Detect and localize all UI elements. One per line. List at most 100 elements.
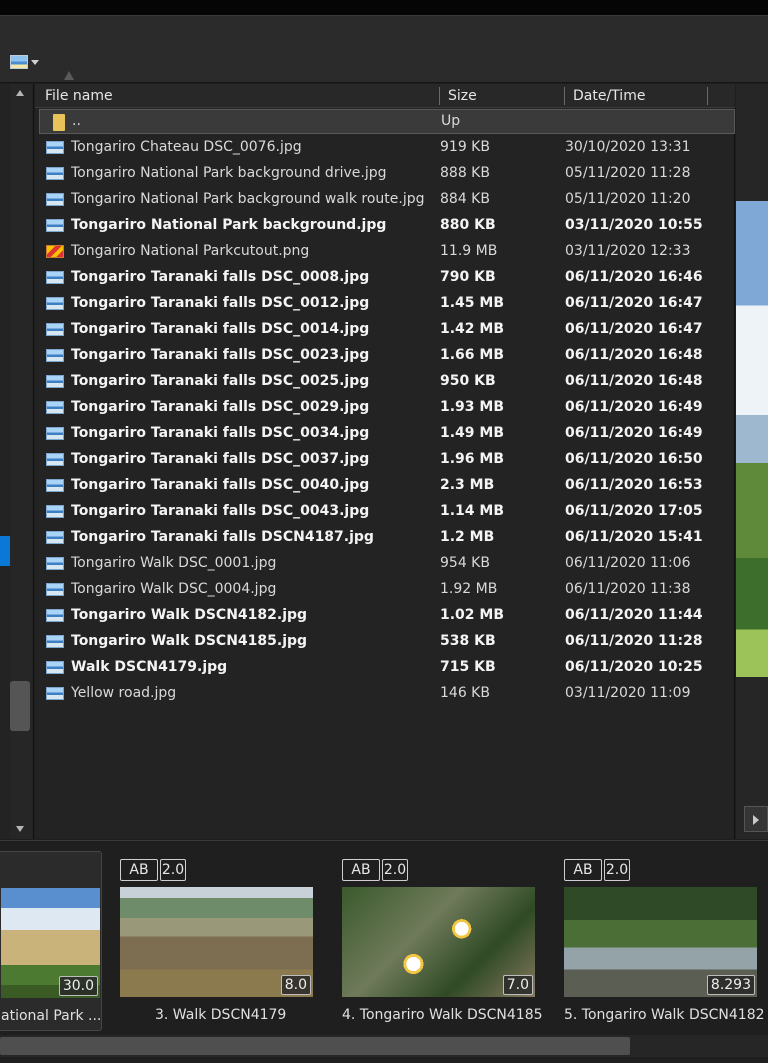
file-row[interactable]: Tongariro National Park background.jpg 88… — [35, 213, 735, 239]
column-header-name[interactable]: File name — [45, 88, 113, 104]
file-date: 06/11/2020 16:46 — [565, 269, 703, 285]
thumbnail-image[interactable]: 8.0 — [120, 887, 313, 997]
column-header-date[interactable]: Date/Time — [573, 88, 645, 104]
scroll-down-icon[interactable] — [16, 826, 24, 832]
parent-folder-row[interactable]: .. Up — [39, 109, 735, 134]
image-file-icon — [46, 401, 64, 414]
file-date: 06/11/2020 16:47 — [565, 295, 703, 311]
ab-badge: AB — [564, 859, 602, 881]
scroll-up-icon[interactable] — [16, 90, 24, 96]
scrollbar-thumb[interactable] — [0, 1037, 630, 1055]
file-name: Tongariro National Park background drive… — [71, 165, 387, 181]
thumbnail-caption: 5. Tongariro Walk DSCN4182 — [564, 1007, 765, 1023]
file-row[interactable]: Tongariro Taranaki falls DSC_0025.jpg 950… — [35, 369, 735, 395]
file-row[interactable]: Tongariro Walk DSCN4182.jpg 1.02 MB 06/11/… — [35, 603, 735, 629]
file-row[interactable]: Tongariro National Park background drive… — [35, 161, 735, 187]
file-size: Up — [441, 113, 461, 129]
file-name: Tongariro Taranaki falls DSC_0014.jpg — [71, 321, 370, 337]
file-date: 06/11/2020 16:49 — [565, 399, 703, 415]
score-badge: 8.293 — [706, 975, 755, 995]
file-row[interactable]: Tongariro Walk DSCN4185.jpg 538 KB 06/11/2… — [35, 629, 735, 655]
image-file-icon — [46, 453, 64, 466]
file-row[interactable]: Tongariro Taranaki falls DSC_0023.jpg 1.6… — [35, 343, 735, 369]
next-button[interactable] — [744, 806, 768, 832]
image-file-icon — [46, 531, 64, 544]
score-badge: 8.0 — [280, 975, 311, 995]
filmstrip-scrollbar[interactable] — [0, 1035, 768, 1057]
thumbnail-caption: ational Park ... — [1, 1008, 102, 1024]
file-name: Tongariro Taranaki falls DSC_0029.jpg — [71, 399, 370, 415]
file-row[interactable]: Yellow road.jpg 146 KB 03/11/2020 11:09 — [35, 681, 735, 707]
file-row[interactable]: Tongariro Taranaki falls DSC_0034.jpg 1.4… — [35, 421, 735, 447]
file-row[interactable]: Tongariro Walk DSC_0004.jpg 1.92 MB 06/11/… — [35, 577, 735, 603]
file-row[interactable]: Walk DSCN4179.jpg 715 KB 06/11/2020 10:25 — [35, 655, 735, 681]
png-file-icon — [46, 245, 64, 258]
file-size: 1.96 MB — [440, 451, 505, 467]
file-row[interactable]: Tongariro Taranaki falls DSC_0008.jpg 790… — [35, 265, 735, 291]
column-header-size[interactable]: Size — [448, 88, 477, 104]
file-size: 954 KB — [440, 555, 490, 571]
image-file-icon — [46, 297, 64, 310]
image-file-icon — [46, 349, 64, 362]
file-name: Tongariro Chateau DSC_0076.jpg — [71, 139, 302, 155]
file-name: Tongariro National Parkcutout.png — [71, 243, 310, 259]
file-size: 2.3 MB — [440, 477, 495, 493]
filmstrip-item[interactable]: AB 2.0 8.0 3. Walk DSCN4179 — [112, 851, 322, 1031]
score-badge: 7.0 — [502, 975, 533, 995]
file-row[interactable]: Tongariro National Park background walk … — [35, 187, 735, 213]
file-size: 888 KB — [440, 165, 490, 181]
image-file-icon — [46, 583, 64, 596]
file-row[interactable]: Tongariro Walk DSC_0001.jpg 954 KB 06/11/2… — [35, 551, 735, 577]
file-date: 06/11/2020 16:48 — [565, 347, 703, 363]
selected-folder-marker[interactable] — [0, 536, 10, 566]
file-size: 1.49 MB — [440, 425, 505, 441]
file-date: 03/11/2020 10:55 — [565, 217, 703, 233]
file-row[interactable]: Tongariro Taranaki falls DSC_0029.jpg 1.9… — [35, 395, 735, 421]
file-row[interactable]: Tongariro Chateau DSC_0076.jpg 919 KB 30/1… — [35, 135, 735, 161]
filmstrip-item[interactable]: AB 2.0 7.0 4. Tongariro Walk DSCN4185 — [334, 851, 544, 1031]
filmstrip-item[interactable]: 30.0 ational Park ... — [0, 851, 102, 1031]
file-row[interactable]: Tongariro Taranaki falls DSC_0040.jpg 2.3… — [35, 473, 735, 499]
toolbar — [0, 15, 768, 83]
preview-image — [736, 201, 768, 677]
image-file-icon — [46, 557, 64, 570]
thumbnail-image[interactable]: 7.0 — [342, 887, 535, 997]
file-date: 03/11/2020 11:09 — [565, 685, 691, 701]
thumbnail-image[interactable]: 8.293 — [564, 887, 757, 997]
image-file-icon — [46, 271, 64, 284]
file-row[interactable]: Tongariro Taranaki falls DSCN4187.jpg 1.2… — [35, 525, 735, 551]
file-row[interactable]: Tongariro Taranaki falls DSC_0012.jpg 1.4… — [35, 291, 735, 317]
folder-icon — [53, 114, 65, 131]
file-size: 919 KB — [440, 139, 490, 155]
thumbnail-image[interactable]: 30.0 — [1, 888, 100, 998]
file-size: 1.93 MB — [440, 399, 505, 415]
image-file-icon — [46, 375, 64, 388]
scrollbar-thumb[interactable] — [10, 681, 30, 731]
file-size: 11.9 MB — [440, 243, 498, 259]
file-name: Tongariro Walk DSCN4182.jpg — [71, 607, 308, 623]
file-name: .. — [72, 113, 81, 129]
file-date: 30/10/2020 13:31 — [565, 139, 691, 155]
file-row[interactable]: Tongariro Taranaki falls DSC_0043.jpg 1.1… — [35, 499, 735, 525]
file-name: Tongariro Taranaki falls DSC_0008.jpg — [71, 269, 370, 285]
file-size: 1.2 MB — [440, 529, 495, 545]
file-date: 06/11/2020 16:47 — [565, 321, 703, 337]
file-date: 06/11/2020 16:49 — [565, 425, 703, 441]
ab-badge: AB — [120, 859, 158, 881]
column-divider[interactable] — [707, 87, 708, 105]
column-divider[interactable] — [564, 87, 565, 105]
file-row[interactable]: Tongariro Taranaki falls DSC_0014.jpg 1.4… — [35, 317, 735, 343]
file-size: 538 KB — [440, 633, 496, 649]
file-row[interactable]: Tongariro National Parkcutout.png 11.9 MB… — [35, 239, 735, 265]
file-name: Tongariro Taranaki falls DSC_0012.jpg — [71, 295, 370, 311]
version-badge: 2.0 — [160, 859, 186, 881]
image-view-icon — [10, 55, 28, 69]
file-date: 06/11/2020 15:41 — [565, 529, 703, 545]
file-row[interactable]: Tongariro Taranaki falls DSC_0037.jpg 1.9… — [35, 447, 735, 473]
view-mode-button[interactable] — [10, 53, 44, 71]
file-list-header: File name Size Date/Time — [35, 84, 735, 108]
thumbnail-caption: 4. Tongariro Walk DSCN4185 — [342, 1007, 543, 1023]
filmstrip-item[interactable]: AB 2.0 8.293 5. Tongariro Walk DSCN4182 — [556, 851, 766, 1031]
column-divider[interactable] — [439, 87, 440, 105]
up-arrow-icon[interactable] — [64, 71, 74, 80]
